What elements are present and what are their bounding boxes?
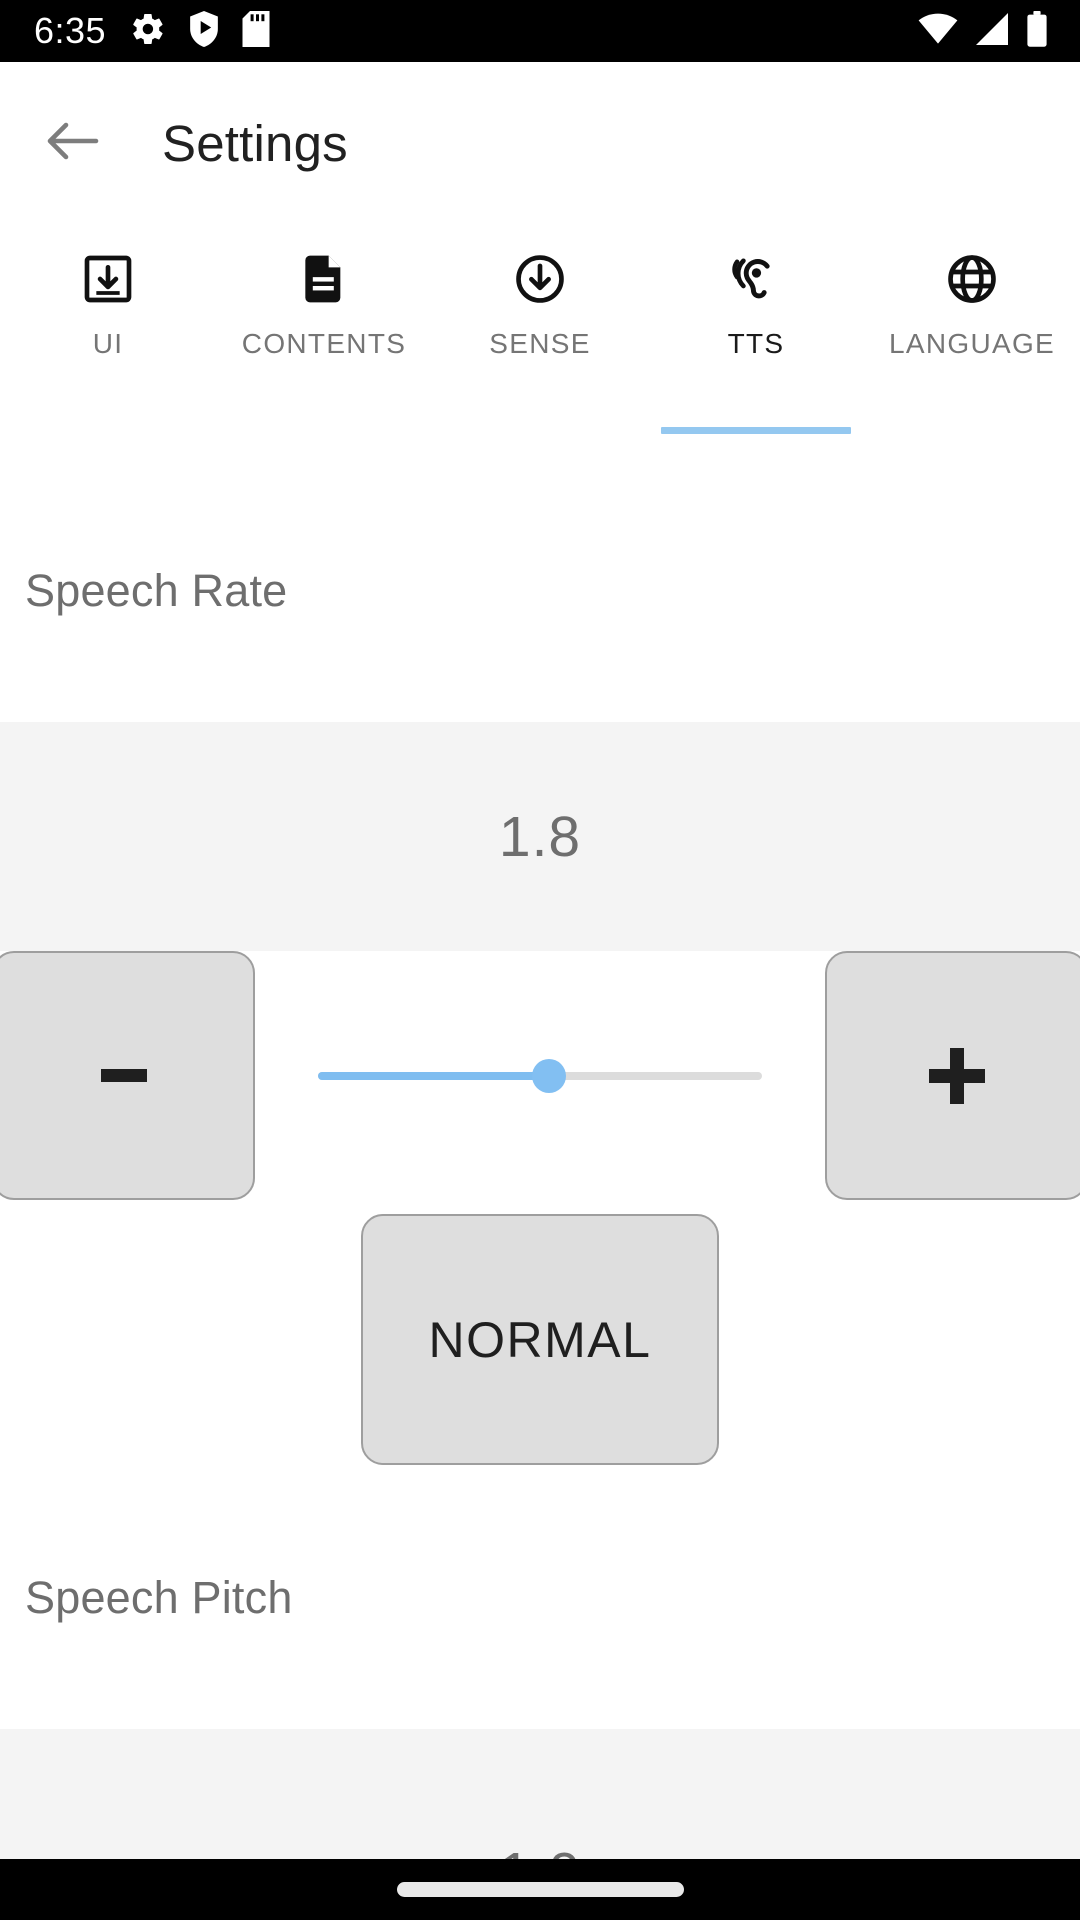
tab-active-indicator bbox=[661, 427, 851, 434]
status-bar: 6:35 bbox=[0, 0, 1080, 62]
globe-icon bbox=[944, 248, 1000, 310]
tab-sense[interactable]: SENSE bbox=[432, 224, 648, 434]
battery-icon bbox=[1026, 10, 1048, 52]
speech-rate-value: 1.8 bbox=[498, 804, 582, 869]
tab-ui[interactable]: UI bbox=[0, 224, 216, 434]
tab-contents[interactable]: CONTENTS bbox=[216, 224, 432, 434]
tab-bar: UI CONTENTS SENSE TTS LANGUAGE bbox=[0, 224, 1080, 434]
tab-language[interactable]: LANGUAGE bbox=[864, 224, 1080, 434]
sd-card-icon bbox=[242, 10, 270, 52]
back-arrow-icon bbox=[46, 118, 100, 169]
speech-pitch-title: Speech Pitch bbox=[25, 1572, 293, 1623]
back-button[interactable] bbox=[42, 112, 104, 174]
ear-hearing-icon bbox=[728, 248, 784, 310]
page-title: Settings bbox=[162, 114, 348, 172]
slider-thumb[interactable] bbox=[531, 1059, 566, 1093]
system-nav-bar bbox=[0, 1859, 1080, 1920]
tab-label: LANGUAGE bbox=[889, 328, 1055, 359]
speech-rate-controls bbox=[0, 951, 1080, 1200]
preset-label: NORMAL bbox=[428, 1311, 652, 1368]
speech-rate-value-band: 1.8 bbox=[0, 722, 1080, 951]
status-time: 6:35 bbox=[34, 10, 107, 51]
speech-rate-slider[interactable] bbox=[318, 1049, 762, 1103]
status-right-icons bbox=[918, 10, 1054, 52]
plus-icon bbox=[928, 1047, 985, 1104]
gear-icon bbox=[130, 11, 166, 52]
status-left-icons bbox=[130, 10, 270, 52]
app-bar: Settings bbox=[0, 62, 1080, 224]
speech-rate-title: Speech Rate bbox=[25, 565, 288, 616]
speech-rate-increase-button[interactable] bbox=[825, 951, 1080, 1200]
minus-icon bbox=[100, 1069, 147, 1082]
download-circle-icon bbox=[512, 248, 568, 310]
document-icon bbox=[296, 248, 352, 310]
tab-label: SENSE bbox=[489, 328, 591, 359]
tab-tts[interactable]: TTS bbox=[648, 224, 864, 434]
shield-play-icon bbox=[188, 10, 220, 52]
tab-label: UI bbox=[92, 328, 124, 359]
slider-fill bbox=[318, 1072, 549, 1080]
download-box-icon bbox=[80, 248, 136, 310]
tab-label: TTS bbox=[727, 328, 785, 359]
wifi-icon bbox=[918, 13, 958, 50]
tab-label: CONTENTS bbox=[241, 328, 407, 359]
home-indicator[interactable] bbox=[396, 1882, 684, 1897]
cell-signal-icon bbox=[974, 12, 1010, 50]
speech-rate-decrease-button[interactable] bbox=[0, 951, 255, 1200]
speech-rate-preset-button[interactable]: NORMAL bbox=[361, 1214, 719, 1465]
